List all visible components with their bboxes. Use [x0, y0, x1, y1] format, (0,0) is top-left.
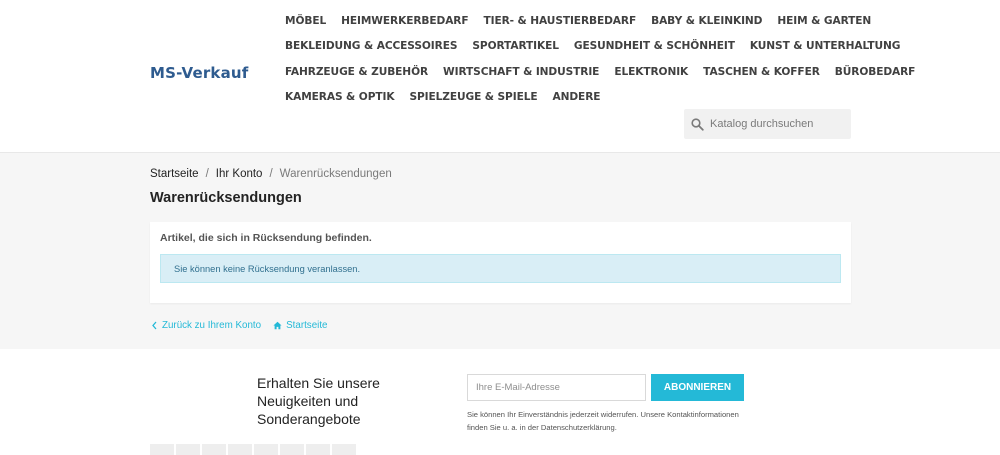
breadcrumb-separator: / [205, 168, 209, 180]
info-alert: Sie können keine Rücksendung veranlassen… [160, 254, 841, 283]
nav-item-tierbedarf[interactable]: Tier- & Haustierbedarf [484, 15, 637, 27]
search-icon[interactable] [684, 117, 710, 131]
breadcrumb: Startseite / Ihr Konto / Warenrücksendun… [150, 168, 392, 180]
nav-item-wirtschaft[interactable]: Wirtschaft & Industrie [443, 66, 599, 78]
nav-item-kameras[interactable]: Kameras & Optik [285, 91, 395, 103]
nav-item-heimwerkerbedarf[interactable]: Heimwerkerbedarf [341, 15, 468, 27]
newsletter-title: Erhalten Sie unsere Neuigkeiten und Sond… [257, 375, 380, 427]
newsletter-email-input[interactable] [467, 374, 646, 401]
nav-row: Fahrzeuge & Zubehör Wirtschaft & Industr… [285, 59, 915, 85]
social-icon[interactable] [228, 444, 252, 455]
home-link[interactable]: Startseite [273, 320, 328, 331]
returns-card: Artikel, die sich in Rücksendung befinde… [150, 222, 851, 303]
page-title: Warenrücksendungen [150, 190, 302, 206]
nav-item-andere[interactable]: Andere [553, 91, 601, 103]
nav-item-heim-garten[interactable]: Heim & Garten [777, 15, 871, 27]
catalog-search [684, 109, 851, 139]
nav-item-moebel[interactable]: Möbel [285, 15, 326, 27]
social-icon[interactable] [332, 444, 356, 455]
site-logo[interactable]: MS-Verkauf [150, 64, 249, 82]
account-links: Zurück zu Ihrem Konto Startseite [151, 320, 340, 331]
breadcrumb-account[interactable]: Ihr Konto [216, 168, 263, 180]
newsletter-section: Erhalten Sie unsere Neuigkeiten und Sond… [0, 349, 1000, 455]
social-icon[interactable] [254, 444, 278, 455]
back-to-account-link[interactable]: Zurück zu Ihrem Konto [151, 320, 261, 331]
returns-lead-text: Artikel, die sich in Rücksendung befinde… [160, 232, 372, 244]
breadcrumb-separator: / [269, 168, 273, 180]
search-input[interactable] [710, 118, 845, 130]
nav-item-sportartikel[interactable]: Sportartikel [472, 40, 559, 52]
social-icon[interactable] [280, 444, 304, 455]
nav-row: Möbel Heimwerkerbedarf Tier- & Haustierb… [285, 8, 871, 34]
nav-item-bekleidung[interactable]: Bekleidung & Accessoires [285, 40, 457, 52]
nav-item-fahrzeuge[interactable]: Fahrzeuge & Zubehör [285, 66, 428, 78]
back-to-account-label: Zurück zu Ihrem Konto [162, 320, 262, 331]
social-icon[interactable] [150, 444, 174, 455]
subscribe-button[interactable]: Abonnieren [651, 374, 744, 401]
site-header: MS-Verkauf Möbel Heimwerkerbedarf Tier- … [0, 0, 1000, 153]
breadcrumb-current: Warenrücksendungen [279, 168, 392, 180]
newsletter-consent-text: Sie können Ihr Einverständnis jederzeit … [467, 410, 739, 432]
nav-item-elektronik[interactable]: Elektronik [614, 66, 688, 78]
social-icon[interactable] [306, 444, 330, 455]
nav-item-kunst[interactable]: Kunst & Unterhaltung [750, 40, 901, 52]
nav-item-gesundheit[interactable]: Gesundheit & Schönheit [574, 40, 735, 52]
nav-item-taschen[interactable]: Taschen & Koffer [703, 66, 820, 78]
social-icon[interactable] [176, 444, 200, 455]
home-icon [273, 321, 282, 330]
chevron-left-icon [152, 321, 157, 330]
category-nav: Möbel Heimwerkerbedarf Tier- & Haustierb… [285, 8, 915, 111]
nav-row: Kameras & Optik Spielzeuge & Spiele Ande… [285, 85, 845, 111]
nav-row: Bekleidung & Accessoires Sportartikel Ge… [285, 34, 900, 60]
home-link-label: Startseite [286, 320, 328, 331]
nav-item-buerobedarf[interactable]: Bürobedarf [835, 66, 916, 78]
nav-item-spielzeuge[interactable]: Spielzeuge & Spiele [409, 91, 537, 103]
breadcrumb-home[interactable]: Startseite [150, 168, 199, 180]
social-links [150, 444, 358, 455]
social-icon[interactable] [202, 444, 226, 455]
nav-item-baby-kleinkind[interactable]: Baby & Kleinkind [651, 15, 762, 27]
